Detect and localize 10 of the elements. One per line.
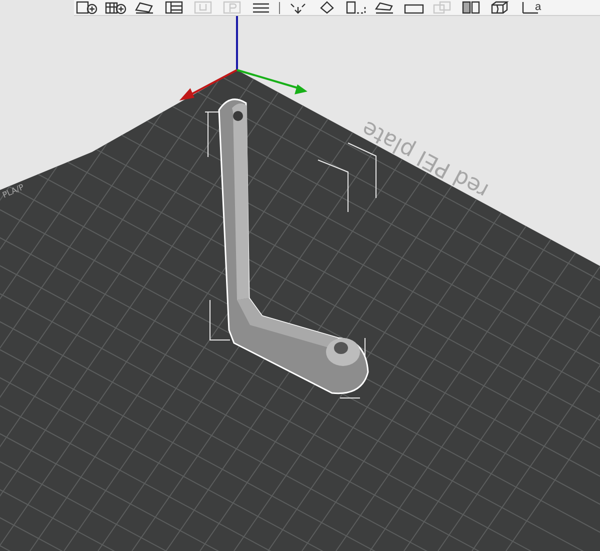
- menu-tool-button[interactable]: [250, 1, 272, 14]
- face-tool-button[interactable]: [374, 1, 396, 14]
- add-tool-button[interactable]: [76, 1, 98, 14]
- add-instance-tool-button[interactable]: [105, 1, 127, 14]
- arrange-tool-button[interactable]: [134, 1, 156, 14]
- bed-label: red PEI plate: [358, 115, 493, 203]
- scale-tool-button[interactable]: [345, 1, 367, 14]
- text-tool-button[interactable]: a: [519, 1, 542, 14]
- bed-label: PLA/P: [1, 182, 26, 200]
- layout-tool-button[interactable]: [163, 1, 185, 14]
